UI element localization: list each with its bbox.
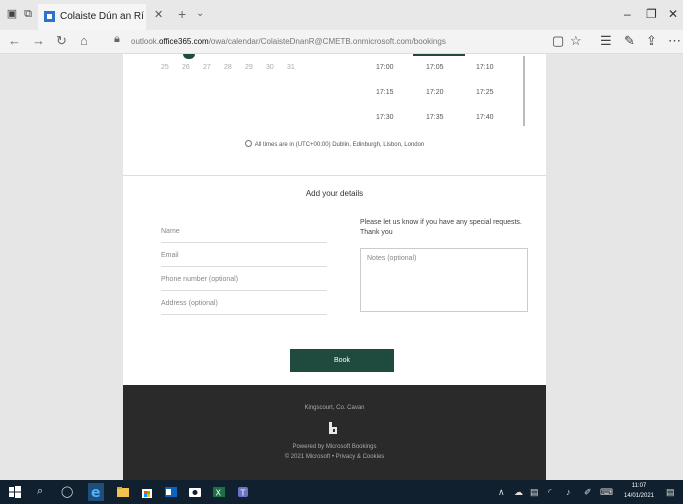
calendar-day: 27 [203,64,211,71]
page-margin-right [546,54,683,480]
show-hidden-icons-icon[interactable]: ∧ [498,487,505,498]
special-requests-text: Please let us know if you have any speci… [360,219,522,236]
url-field[interactable]: outlook.office365.com/owa/calendar/Colai… [131,37,446,46]
refresh-icon[interactable]: ↻ [56,33,67,49]
phone-field[interactable]: Phone number (optional) [161,267,327,291]
timezone-note: All times are in (UTC+00:00) Dublin, Edi… [123,140,546,148]
volume-icon[interactable]: ♪ [566,487,571,497]
footer-copyright[interactable]: © 2021 Microsoft • Privacy & Cookies [123,454,546,460]
keyboard-icon[interactable]: ⌨ [600,487,613,498]
browser-tab[interactable]: Colaiste Dún an Rí [38,4,146,30]
restore-icon[interactable]: ❐ [646,7,657,21]
edge-icon[interactable]: e [88,483,104,501]
outlook-favicon-icon [44,11,55,22]
footer-powered-by[interactable]: Powered by Microsoft Bookings [123,444,546,450]
clock-date[interactable]: 14/01/2021 [622,493,656,499]
calendar-day: 25 [161,64,169,71]
close-window-icon[interactable]: ✕ [668,7,678,21]
time-slot-grid: 17:00 17:05 17:10 17:15 17:20 17:25 17:3… [376,64,526,139]
time-slot-row: 17:00 17:05 17:10 [376,64,526,89]
camera-icon[interactable] [188,485,202,499]
clock-time[interactable]: 11:07 [622,483,656,489]
minimize-icon[interactable]: – [624,7,631,21]
tab-actions-icon[interactable]: ▣ [6,8,18,20]
chevron-down-icon[interactable]: ⌄ [196,8,204,19]
teams-icon[interactable]: T [236,485,250,499]
name-field[interactable]: Name [161,219,327,243]
time-slot[interactable]: 17:40 [476,114,526,139]
wifi-icon[interactable]: ◜ [548,487,552,498]
selected-time-indicator [413,54,465,56]
time-slot[interactable]: 17:10 [476,64,526,89]
time-slot[interactable]: 17:35 [426,114,476,139]
selected-day-indicator [183,54,195,59]
time-slot-scrollbar[interactable] [523,56,525,126]
page-margin-left [0,54,123,480]
time-slot[interactable]: 17:15 [376,89,426,114]
address-field[interactable]: Address (optional) [161,291,327,315]
time-slot[interactable]: 17:30 [376,114,426,139]
notifications-icon[interactable]: ▤ [666,487,675,498]
section-divider [123,175,546,176]
search-icon[interactable]: ⌕ [37,485,43,498]
bookings-logo-icon [329,422,337,434]
clock-icon [244,140,252,147]
pen-icon[interactable]: ✎ [624,33,635,49]
onedrive-icon[interactable]: ☁ [514,487,523,498]
time-slot-row: 17:30 17:35 17:40 [376,114,526,139]
task-view-icon[interactable]: ◯ [61,485,73,498]
favorite-star-icon[interactable]: ☆ [570,33,582,49]
file-explorer-icon[interactable] [116,485,130,499]
calendar-day: 30 [266,64,274,71]
new-tab-icon[interactable]: + [178,6,186,22]
home-icon[interactable]: ⌂ [80,33,88,48]
book-button[interactable]: Book [290,349,394,372]
time-slot[interactable]: 17:20 [426,89,476,114]
time-slot[interactable]: 17:00 [376,64,426,89]
svg-text:X: X [216,489,222,498]
booking-page: 25 26 27 28 29 30 31 17:00 17:05 17:10 1… [123,54,546,480]
browser-tab-bar: ▣ ⧉ Colaiste Dún an Rí ✕ + ⌄ – ❐ ✕ [0,0,683,30]
excel-icon[interactable]: X [212,485,226,499]
share-icon[interactable]: ⇪ [646,33,657,49]
pen-workspace-icon[interactable]: ✐ [584,487,592,498]
windows-taskbar: ⌕ ◯ e X T ∧ ☁ ▤ ◜ ♪ ✐ ⌨ 11:07 14/01/2021… [0,480,683,504]
back-icon[interactable]: ← [8,33,21,48]
tab-aside-icon[interactable]: ⧉ [22,8,34,20]
forward-icon[interactable]: → [32,33,45,48]
calendar-day: 29 [245,64,253,71]
windows-start-icon[interactable] [8,485,22,499]
favorites-icon[interactable]: ☰ [600,33,612,49]
close-tab-icon[interactable]: ✕ [154,8,163,21]
calendar-days-row: 25 26 27 28 29 30 31 [161,64,308,71]
tab-title: Colaiste Dún an Rí [60,11,144,22]
time-slot[interactable]: 17:05 [426,64,476,89]
network-icon[interactable]: ▤ [530,487,539,498]
reading-view-icon[interactable]: ▢ [552,33,564,49]
calendar-day: 31 [287,64,295,71]
calendar-day: 26 [182,64,190,71]
notes-field[interactable]: Notes (optional) [360,248,528,312]
svg-text:e: e [91,485,101,501]
lock-icon: 🔒︎ [114,33,120,45]
page-footer: Kingscourt, Co. Cavan Powered by Microso… [123,385,546,480]
time-slot-row: 17:15 17:20 17:25 [376,89,526,114]
email-field[interactable]: Email [161,243,327,267]
calendar-day: 28 [224,64,232,71]
timezone-text: All times are in (UTC+00:00) Dublin, Edi… [254,142,425,148]
store-icon[interactable] [140,485,154,499]
svg-text:T: T [240,489,246,498]
outlook-icon[interactable] [164,485,178,499]
details-title: Add your details [305,189,364,198]
more-icon[interactable]: ⋯ [668,33,681,49]
time-slot[interactable]: 17:25 [476,89,526,114]
address-bar: ← → ↻ ⌂ 🔒︎ outlook.office365.com/owa/cal… [0,30,683,54]
footer-location: Kingscourt, Co. Cavan [304,405,365,411]
